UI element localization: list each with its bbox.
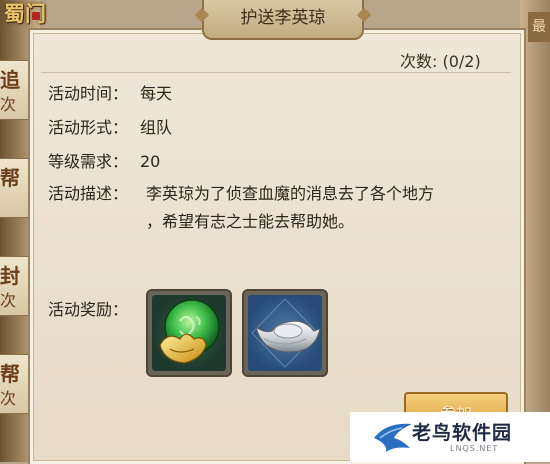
logo-seal-icon — [32, 12, 40, 20]
row-level: 等级需求： 20 — [48, 148, 160, 172]
reward-item-2[interactable] — [242, 289, 328, 377]
silver-ingot-icon — [251, 298, 321, 368]
side-tab-label: 帮 — [0, 362, 20, 386]
green-orb-bag-icon — [159, 299, 220, 364]
attempt-count: 次数: (0/2) — [400, 52, 481, 71]
reward-item-1[interactable] — [146, 289, 232, 377]
time-value: 每天 — [140, 84, 173, 103]
side-tab-4[interactable]: 帮 次 — [0, 354, 31, 414]
panel-title: 护送李英琼 — [202, 0, 364, 40]
right-tab[interactable]: 最 — [528, 12, 550, 42]
side-tab-sub: 次 — [0, 95, 17, 114]
side-tab-1[interactable]: 追 次 — [0, 60, 31, 120]
side-tab-3[interactable]: 封 次 — [0, 256, 31, 316]
side-tab-sub: 次 — [0, 291, 17, 310]
row-time: 活动时间： 每天 — [48, 80, 172, 104]
reward-label: 活动奖励： — [48, 300, 129, 319]
side-tab-2[interactable]: 帮 — [0, 158, 31, 218]
row-desc: 活动描述： — [48, 180, 140, 204]
side-tab-label: 封 — [0, 264, 20, 288]
side-tab-sub: 次 — [0, 389, 17, 408]
bird-logo-icon — [374, 423, 412, 452]
level-label: 等级需求： — [48, 152, 129, 171]
row-form: 活动形式： 组队 — [48, 114, 172, 138]
time-label: 活动时间： — [48, 84, 129, 103]
side-tab-label: 帮 — [0, 166, 20, 190]
desc-line-1: 李英琼为了侦查血魔的消息去了各个地方 — [146, 184, 435, 203]
desc-label: 活动描述： — [48, 184, 129, 203]
divider — [41, 72, 511, 73]
form-label: 活动形式： — [48, 118, 129, 137]
game-logo: 蜀门 — [4, 1, 46, 26]
site-watermark: 老鸟软件园 LNQS.NET — [350, 412, 550, 462]
desc-line-2: ，希望有志之士能去帮助她。 — [146, 212, 355, 231]
watermark-text: 老鸟软件园 — [412, 422, 513, 444]
watermark-subtext: LNQS.NET — [450, 444, 499, 453]
form-value: 组队 — [140, 118, 173, 137]
side-tab-label: 追 — [0, 68, 20, 92]
level-value: 20 — [140, 152, 161, 171]
